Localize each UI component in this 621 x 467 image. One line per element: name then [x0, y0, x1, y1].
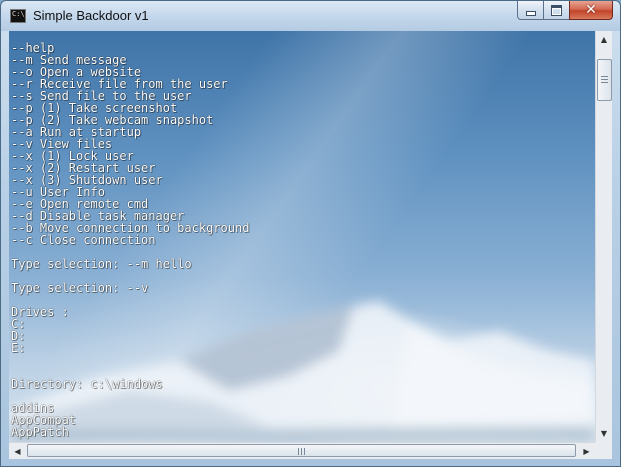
console-text: --help --m Send message --o Open a website…: [11, 42, 249, 438]
maximize-icon: [551, 4, 562, 16]
close-button[interactable]: ✕: [569, 1, 613, 20]
close-icon: ✕: [585, 2, 597, 18]
grip-line: [601, 76, 608, 77]
console-line: D:: [11, 329, 26, 343]
grip-line: [301, 448, 302, 455]
scroll-up-icon[interactable]: ▲: [596, 31, 612, 48]
vertical-scroll-thumb[interactable]: [597, 59, 612, 101]
horizontal-scrollbar[interactable]: ◀ ▶: [9, 442, 595, 459]
console-window: C:\_ Simple Backdoor v1 ✕: [0, 0, 621, 467]
console-line: --c Close connection: [11, 233, 156, 247]
horizontal-scroll-thumb[interactable]: [27, 444, 576, 457]
console-app-icon[interactable]: C:\_: [10, 9, 26, 23]
console-line: C:: [11, 317, 26, 331]
scroll-down-icon[interactable]: ▼: [596, 425, 612, 442]
grip-line: [601, 79, 608, 80]
minimize-button[interactable]: [517, 1, 543, 20]
console-line: Type selection: --v: [11, 281, 149, 295]
maximize-button[interactable]: [543, 1, 569, 20]
grip-line: [304, 448, 305, 455]
caption-buttons: ✕: [517, 1, 613, 21]
vertical-scrollbar[interactable]: ▲ ▼: [595, 31, 612, 442]
window-title: Simple Backdoor v1: [33, 8, 149, 23]
console-line: Directory: c:\windows: [11, 377, 163, 391]
title-bar[interactable]: C:\_ Simple Backdoor v1 ✕: [1, 1, 620, 31]
grip-line: [601, 82, 608, 83]
console-line: Drives :: [11, 305, 69, 319]
console-line: AppPatch: [11, 425, 69, 439]
console-line: Type selection: --m hello: [11, 257, 192, 271]
console-line: E:: [11, 341, 26, 355]
scroll-right-icon[interactable]: ▶: [578, 443, 595, 459]
grip-line: [298, 448, 299, 455]
scroll-left-icon[interactable]: ◀: [9, 443, 26, 459]
console-output[interactable]: --help --m Send message --o Open a website…: [9, 31, 595, 442]
size-grip[interactable]: [595, 442, 612, 459]
minimize-icon: [525, 10, 536, 16]
